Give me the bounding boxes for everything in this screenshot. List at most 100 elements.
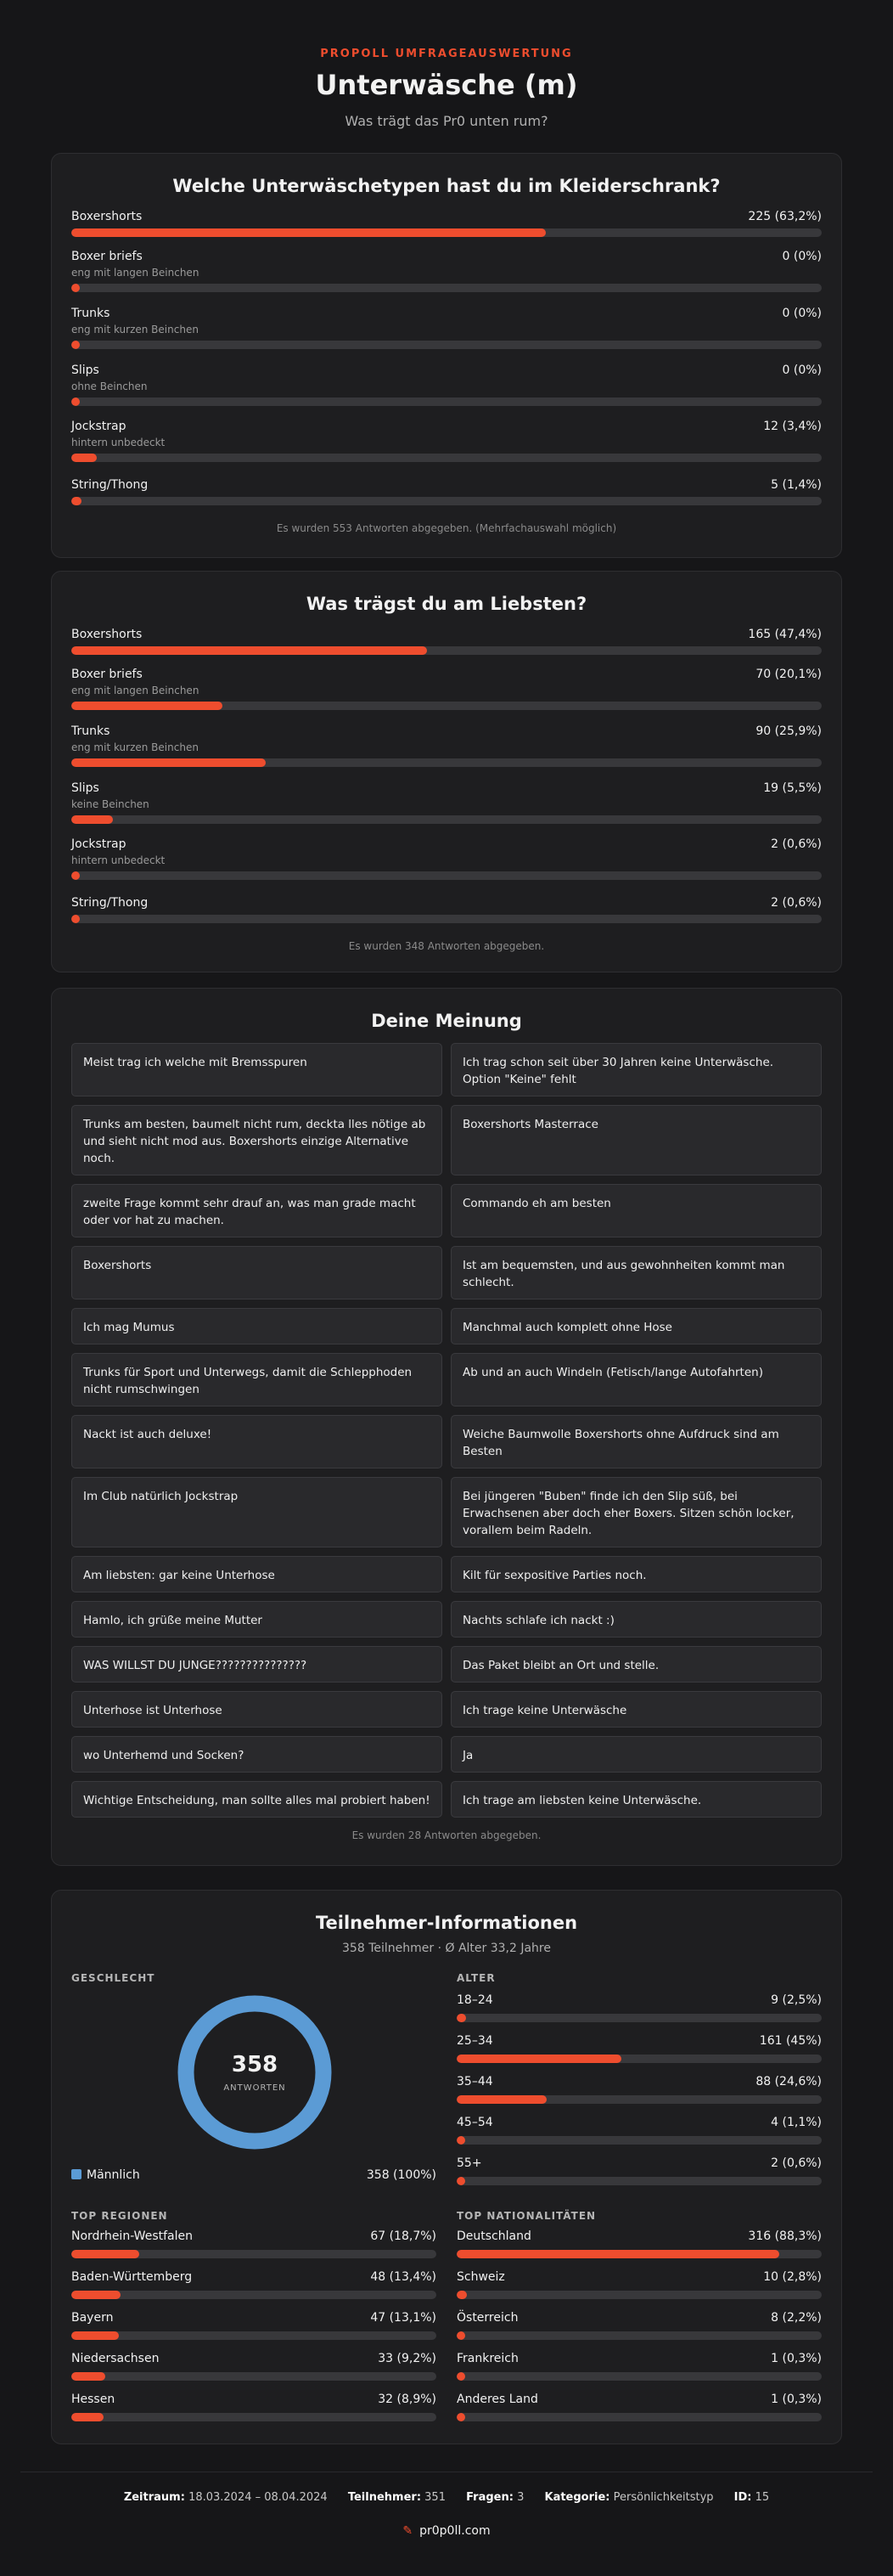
metric-value: 48 (13,4%) xyxy=(370,2270,436,2284)
answer-bar-track xyxy=(71,915,822,923)
gender-legend: Männlich 358 (100%) xyxy=(71,2168,436,2182)
answer-bar-track xyxy=(71,646,822,655)
opinion-item: Boxershorts Masterrace xyxy=(451,1105,822,1175)
metric-bar-track xyxy=(457,2136,822,2145)
answer-bar-fill xyxy=(71,228,546,237)
metric-label: Baden-Württemberg xyxy=(71,2270,193,2284)
opinion-item: WAS WILLST DU JUNGE??????????????? xyxy=(71,1646,442,1683)
nationalities-heading: TOP NATIONALITÄTEN xyxy=(457,2210,597,2222)
metric-bar-track xyxy=(457,2413,822,2421)
answer-description: keine Beinchen xyxy=(71,798,149,810)
metric-row: Niedersachsen 33 (9,2%) xyxy=(71,2352,436,2381)
metric-row: Baden-Württemberg 48 (13,4%) xyxy=(71,2270,436,2299)
metric-row: 55+ 2 (0,6%) xyxy=(457,2156,822,2185)
answer-header: Trunks 0 (0%) xyxy=(71,307,822,320)
answer-label: Trunks xyxy=(71,724,110,738)
metric-row: 45–54 4 (1,1%) xyxy=(457,2116,822,2145)
metric-header: Hessen 32 (8,9%) xyxy=(71,2393,436,2406)
metric-label: Schweiz xyxy=(457,2270,505,2284)
metric-label: Nordrhein-Westfalen xyxy=(71,2229,193,2243)
answer-row: Jockstrap 2 (0,6%) hintern unbedeckt xyxy=(71,837,822,880)
opinion-item: Ist am bequemsten, und aus gewohnheiten … xyxy=(451,1246,822,1299)
opinion-item: Meist trag ich welche mit Bremsspuren xyxy=(71,1043,442,1096)
metric-value: 9 (2,5%) xyxy=(771,1993,822,2007)
answer-bar-track xyxy=(71,228,822,237)
metric-bar-track xyxy=(457,2177,822,2185)
answer-value: 70 (20,1%) xyxy=(755,668,822,681)
answer-value: 90 (25,9%) xyxy=(755,724,822,738)
opinion-item: Kilt für sexpositive Parties noch. xyxy=(451,1556,822,1592)
answer-bar-fill xyxy=(71,758,266,767)
metric-bar-fill xyxy=(457,2055,621,2063)
opinion-item: Wichtige Entscheidung, man sollte alles … xyxy=(71,1781,442,1818)
answer-bar-fill xyxy=(71,497,82,505)
metric-header: Deutschland 316 (88,3%) xyxy=(457,2229,822,2243)
answer-bar-fill xyxy=(71,646,428,655)
brand-link[interactable]: ✎ pr0p0ll.com xyxy=(0,2524,893,2538)
opinion-item: Weiche Baumwolle Boxershorts ohne Aufdru… xyxy=(451,1415,822,1468)
answer-row: Jockstrap 12 (3,4%) hintern unbedeckt xyxy=(71,420,822,462)
opinion-item: Am liebsten: gar keine Unterhose xyxy=(71,1556,442,1592)
question-card-2: Was trägst du am Liebsten? Es wurden 348… xyxy=(51,571,842,972)
answer-bar-track xyxy=(71,702,822,710)
answer-description: eng mit kurzen Beinchen xyxy=(71,741,199,753)
metric-bar-fill xyxy=(71,2372,105,2381)
legend-value: 358 (100%) xyxy=(366,2168,436,2182)
metric-header: Niedersachsen 33 (9,2%) xyxy=(71,2352,436,2365)
metric-bar-track xyxy=(457,2014,822,2022)
metric-row: Österreich 8 (2,2%) xyxy=(457,2311,822,2340)
answer-value: 0 (0%) xyxy=(782,364,823,377)
answer-header: Boxer briefs 70 (20,1%) xyxy=(71,668,822,681)
metric-row: Deutschland 316 (88,3%) xyxy=(457,2229,822,2258)
metric-value: 10 (2,8%) xyxy=(763,2270,822,2284)
metric-header: Anderes Land 1 (0,3%) xyxy=(457,2393,822,2406)
metric-bar-fill xyxy=(71,2331,120,2340)
metric-value: 2 (0,6%) xyxy=(771,2156,822,2170)
answer-header: String/Thong 2 (0,6%) xyxy=(71,896,822,910)
answer-bar-track xyxy=(71,871,822,880)
answer-bar-track xyxy=(71,397,822,406)
metric-row: Hessen 32 (8,9%) xyxy=(71,2393,436,2421)
metric-bar-track xyxy=(71,2250,436,2258)
opinion-item: Ab und an auch Windeln (Fetisch/lange Au… xyxy=(451,1353,822,1406)
answer-bar-track xyxy=(71,815,822,824)
answer-label: Boxershorts xyxy=(71,628,143,641)
answer-label: String/Thong xyxy=(71,896,149,910)
metric-bar-track xyxy=(71,2291,436,2299)
metric-bar-fill xyxy=(71,2250,140,2258)
opinion-item: Trunks am besten, baumelt nicht rum, dec… xyxy=(71,1105,442,1175)
metric-bar-track xyxy=(457,2250,822,2258)
answer-bar-track xyxy=(71,284,822,292)
opinion-item: Im Club natürlich Jockstrap xyxy=(71,1477,442,1547)
legend-label: Männlich xyxy=(87,2168,140,2182)
answer-row: Trunks 90 (25,9%) eng mit kurzen Beinchen xyxy=(71,724,822,767)
answer-bar-fill xyxy=(71,284,80,292)
answer-row: Boxershorts 225 (63,2%) xyxy=(71,210,822,237)
opinion-item: wo Unterhemd und Socken? xyxy=(71,1736,442,1773)
opinions-footnote: Es wurden 28 Antworten abgegeben. xyxy=(351,1829,542,1841)
answer-bar-track xyxy=(71,341,822,349)
metric-header: Österreich 8 (2,2%) xyxy=(457,2311,822,2325)
question-card-1: Welche Unterwäschetypen hast du im Kleid… xyxy=(51,153,842,558)
metric-header: Frankreich 1 (0,3%) xyxy=(457,2352,822,2365)
metric-value: 1 (0,3%) xyxy=(771,2393,822,2406)
answer-bar-fill xyxy=(71,702,222,710)
answer-description: eng mit langen Beinchen xyxy=(71,685,199,696)
metric-row: Anderes Land 1 (0,3%) xyxy=(457,2393,822,2421)
footer-kategorie: Kategorie: Persönlichkeitstyp xyxy=(544,2491,714,2504)
metric-value: 47 (13,1%) xyxy=(370,2311,436,2325)
question-title: Welche Unterwäschetypen hast du im Kleid… xyxy=(172,176,721,196)
metric-bar-track xyxy=(457,2055,822,2063)
answer-value: 5 (1,4%) xyxy=(771,478,822,492)
answer-row: Trunks 0 (0%) eng mit kurzen Beinchen xyxy=(71,307,822,349)
metric-header: Bayern 47 (13,1%) xyxy=(71,2311,436,2325)
page-subtitle: Was trägt das Pr0 unten rum? xyxy=(345,113,548,129)
metric-label: 18–24 xyxy=(457,1993,493,2007)
answer-description: hintern unbedeckt xyxy=(71,437,166,448)
metric-bar-track xyxy=(457,2291,822,2299)
answer-value: 19 (5,5%) xyxy=(763,781,822,795)
opinion-item: Trunks für Sport und Unterwegs, damit di… xyxy=(71,1353,442,1406)
answer-bar-fill xyxy=(71,454,98,462)
answer-bar-fill xyxy=(71,871,80,880)
metric-row: 35–44 88 (24,6%) xyxy=(457,2075,822,2104)
